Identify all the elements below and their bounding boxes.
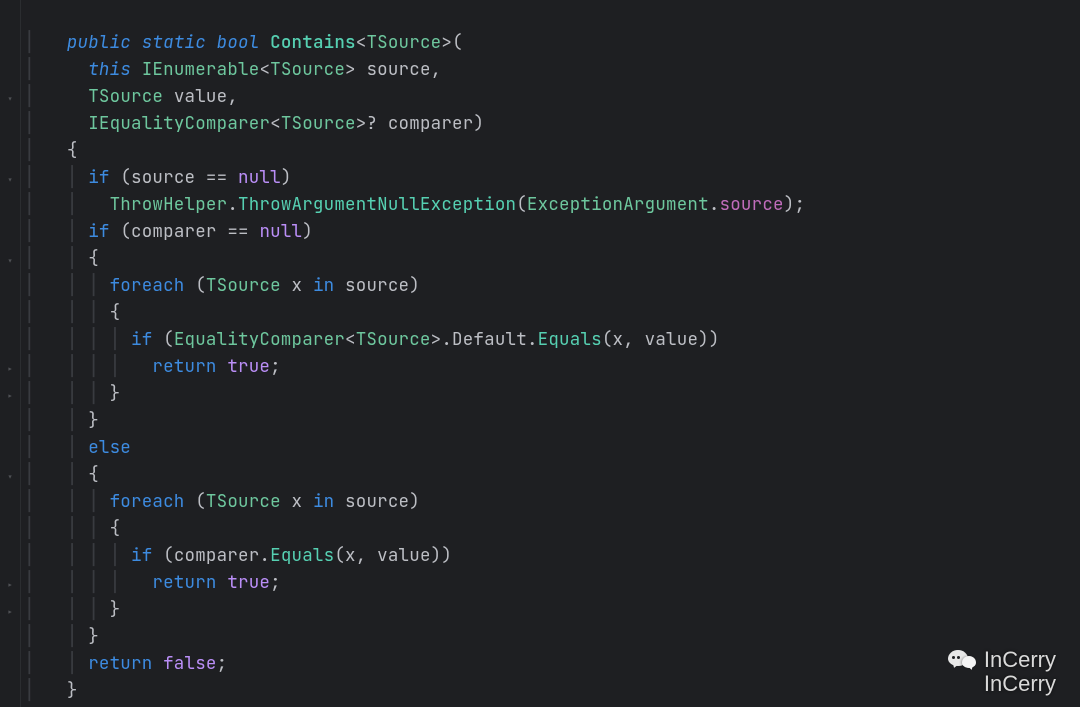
keyword-return: return bbox=[88, 652, 152, 675]
wechat-icon bbox=[948, 648, 976, 672]
method-name: Contains bbox=[270, 31, 356, 54]
call-equals: Equals bbox=[538, 328, 602, 351]
keyword-else: else bbox=[88, 436, 131, 459]
call-throw: ThrowArgumentNullException bbox=[238, 193, 516, 216]
keyword-if: if bbox=[131, 544, 152, 567]
close-brace: } bbox=[88, 625, 99, 648]
watermark-text-2: InCerry bbox=[948, 671, 1056, 697]
keyword-return: return bbox=[152, 355, 216, 378]
literal-null: null bbox=[238, 166, 281, 189]
type-throwhelper: ThrowHelper bbox=[110, 193, 228, 216]
type-ienumerable: IEnumerable bbox=[142, 58, 260, 81]
keyword-foreach: foreach bbox=[110, 490, 185, 513]
open-brace: { bbox=[88, 463, 99, 486]
keyword-this: this bbox=[88, 58, 131, 81]
type-param: TSource bbox=[366, 31, 441, 54]
fold-end-icon[interactable]: ▸ bbox=[3, 606, 17, 620]
keyword-return: return bbox=[152, 571, 216, 594]
fold-end-icon[interactable]: ▸ bbox=[3, 363, 17, 377]
keyword-bool: bool bbox=[217, 31, 260, 54]
close-brace: } bbox=[110, 382, 121, 405]
code-editor: ▾ ▾ ▾ ▸ ▸ ▾ ▸ ▸ │ public static bool Con… bbox=[0, 0, 1080, 707]
param-source: source bbox=[366, 58, 430, 81]
close-brace: } bbox=[110, 598, 121, 621]
open-brace: { bbox=[110, 301, 121, 324]
close-brace: } bbox=[88, 409, 99, 432]
source-code[interactable]: │ public static bool Contains<TSource>( … bbox=[20, 0, 1080, 707]
type-exceptionargument: ExceptionArgument bbox=[527, 193, 709, 216]
keyword-in: in bbox=[313, 274, 334, 297]
open-brace: { bbox=[110, 517, 121, 540]
fold-marker-icon[interactable]: ▾ bbox=[3, 471, 17, 485]
literal-true: true bbox=[227, 355, 270, 378]
keyword-foreach: foreach bbox=[110, 274, 185, 297]
fold-end-icon[interactable]: ▸ bbox=[3, 390, 17, 404]
param-comparer: comparer bbox=[388, 112, 474, 135]
var-x: x bbox=[292, 274, 303, 297]
open-brace: { bbox=[67, 139, 78, 162]
keyword-static: static bbox=[142, 31, 206, 54]
close-brace: } bbox=[67, 679, 78, 702]
call-equals: Equals bbox=[270, 544, 334, 567]
fold-marker-icon[interactable]: ▾ bbox=[3, 93, 17, 107]
fold-marker-icon[interactable]: ▾ bbox=[3, 255, 17, 269]
watermark: InCerry InCerry bbox=[948, 647, 1056, 697]
keyword-if: if bbox=[88, 166, 109, 189]
param-value: value bbox=[174, 85, 228, 108]
literal-true: true bbox=[227, 571, 270, 594]
prop-default: Default bbox=[452, 328, 527, 351]
watermark-text-1: InCerry bbox=[984, 647, 1056, 673]
keyword-if: if bbox=[131, 328, 152, 351]
open-brace: { bbox=[88, 247, 99, 270]
keyword-if: if bbox=[88, 220, 109, 243]
literal-false: false bbox=[163, 652, 217, 675]
keyword-public: public bbox=[67, 31, 131, 54]
gutter: ▾ ▾ ▾ ▸ ▸ ▾ ▸ ▸ bbox=[0, 0, 21, 707]
enum-source: source bbox=[720, 193, 784, 216]
fold-marker-icon[interactable]: ▾ bbox=[3, 174, 17, 188]
type-equalitycomparer: IEqualityComparer bbox=[88, 112, 270, 135]
fold-end-icon[interactable]: ▸ bbox=[3, 579, 17, 593]
